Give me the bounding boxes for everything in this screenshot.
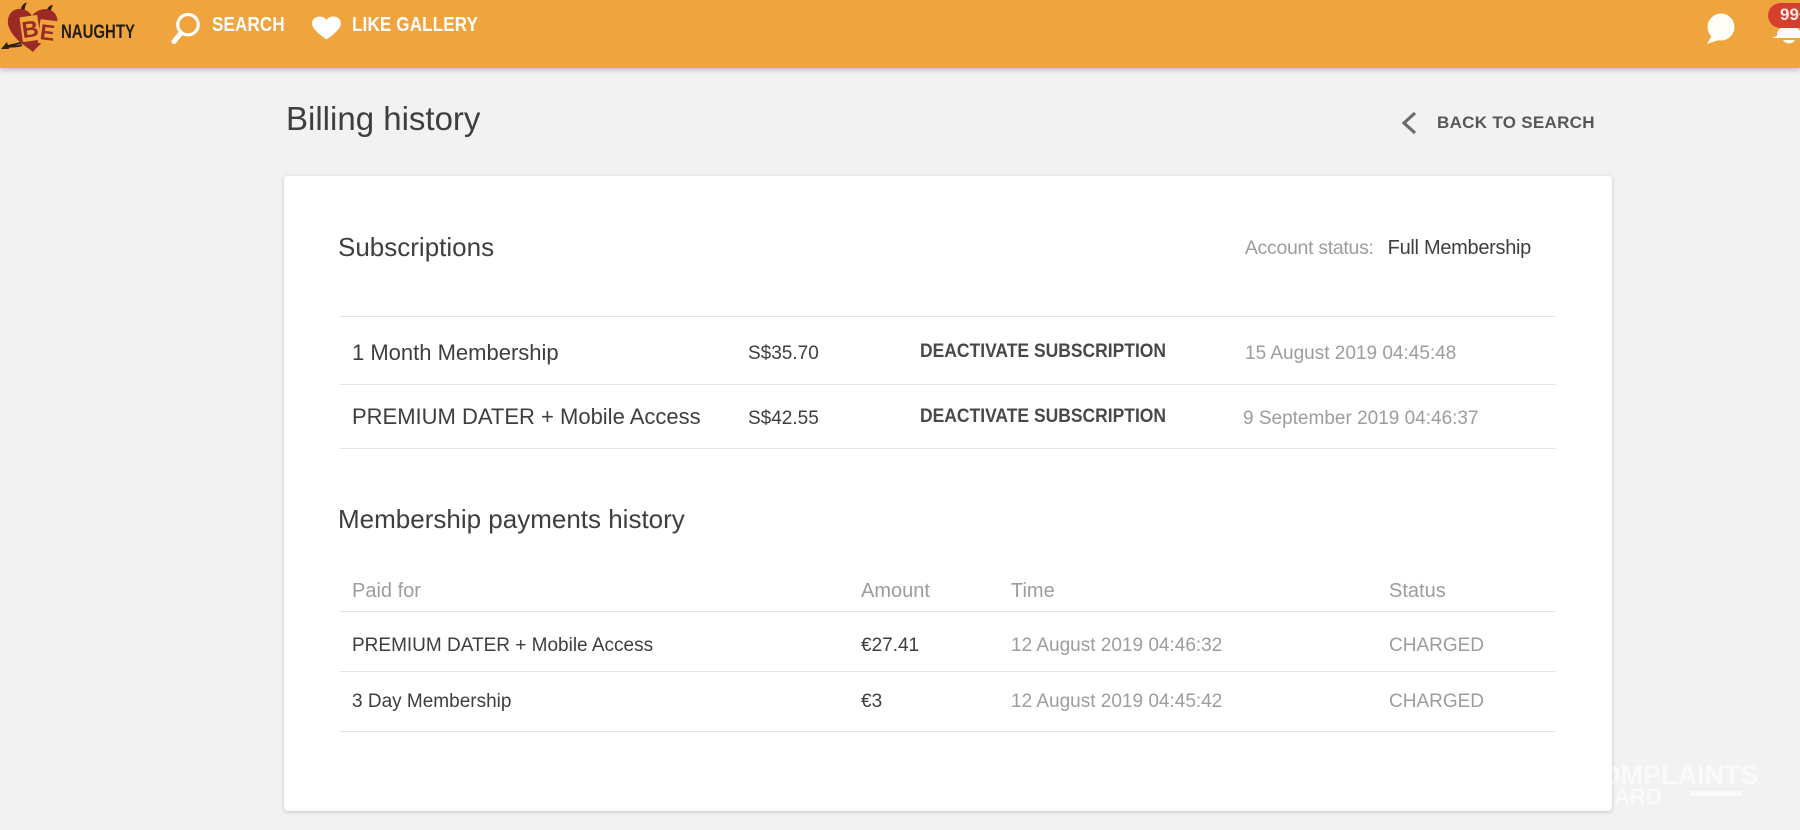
svg-text:NAUGHTY: NAUGHTY xyxy=(61,22,135,43)
svg-text:E: E xyxy=(39,19,57,46)
